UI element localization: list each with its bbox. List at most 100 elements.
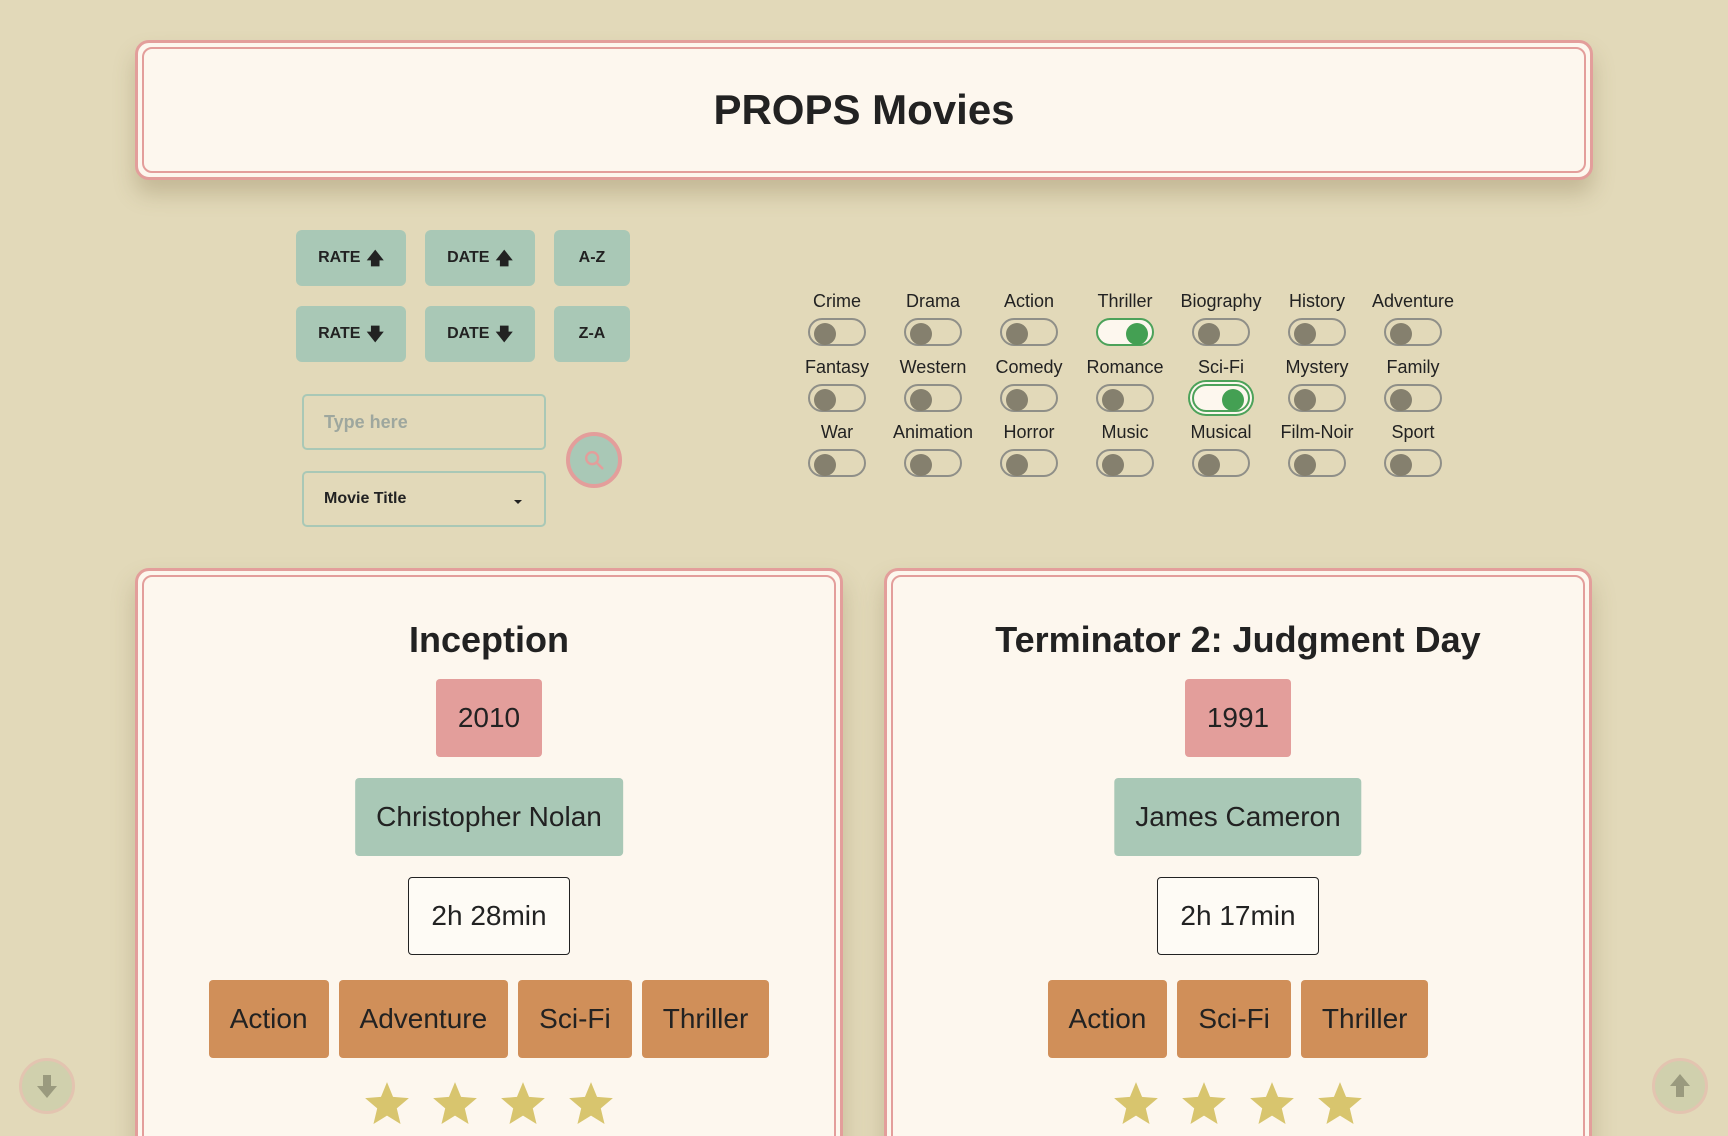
arrow-up-icon: 🡅 bbox=[366, 248, 384, 268]
genre-filter-label: War bbox=[820, 422, 854, 442]
genre-toggle-switch[interactable] bbox=[1096, 384, 1154, 412]
scroll-up-button[interactable] bbox=[1652, 1058, 1708, 1114]
genre-filter-label: Adventure bbox=[1371, 291, 1455, 311]
caret-down-icon bbox=[514, 500, 522, 504]
genre-filter: History bbox=[1267, 290, 1367, 346]
genre-filter: War bbox=[787, 421, 887, 477]
genre-toggle-switch[interactable] bbox=[1096, 449, 1154, 477]
genre-toggle-switch[interactable] bbox=[904, 449, 962, 477]
star-icon bbox=[1182, 1082, 1226, 1124]
movie-runtime: 2h 17min bbox=[1157, 877, 1319, 955]
genre-toggle-switch[interactable] bbox=[808, 384, 866, 412]
genre-toggle-switch[interactable] bbox=[1384, 449, 1442, 477]
movie-genre-chip: Thriller bbox=[641, 980, 770, 1058]
sort-a-z-button[interactable]: A-Z bbox=[554, 230, 630, 286]
genre-filter-label: Fantasy bbox=[804, 357, 870, 377]
movie-title: Inception bbox=[409, 619, 569, 660]
genre-filter: Romance bbox=[1075, 356, 1175, 412]
genre-toggle-switch[interactable] bbox=[1000, 384, 1058, 412]
scroll-down-button[interactable] bbox=[19, 1058, 75, 1114]
genre-toggle-switch[interactable] bbox=[1000, 318, 1058, 346]
genre-toggle-switch[interactable] bbox=[1288, 318, 1346, 346]
genre-toggle-switch[interactable] bbox=[1288, 384, 1346, 412]
movie-genre-chip: Sci-Fi bbox=[1177, 980, 1291, 1058]
page-header: PROPS Movies bbox=[135, 40, 1593, 180]
genre-toggle-switch[interactable] bbox=[1192, 449, 1250, 477]
genre-filter: Western bbox=[883, 356, 983, 412]
genre-filter: Adventure bbox=[1363, 290, 1463, 346]
genre-filter-label: Mystery bbox=[1285, 357, 1349, 377]
arrow-down-icon: 🡇 bbox=[366, 324, 384, 344]
star-icon bbox=[1250, 1082, 1294, 1124]
genre-filter-label: Crime bbox=[813, 291, 861, 311]
star-icon bbox=[1318, 1082, 1362, 1124]
star-icon bbox=[501, 1082, 545, 1124]
search-icon bbox=[585, 451, 604, 470]
sort-rate-label: RATE bbox=[318, 249, 361, 266]
genre-toggle-switch[interactable] bbox=[1288, 449, 1346, 477]
movie-genre-chip: Sci-Fi bbox=[518, 980, 632, 1058]
genre-toggle-switch[interactable] bbox=[808, 318, 866, 346]
sort-z-a-button[interactable]: Z-A bbox=[554, 306, 630, 362]
movie-title: Terminator 2: Judgment Day bbox=[995, 619, 1481, 660]
genre-filter-label: Thriller bbox=[1097, 291, 1153, 311]
star-icon bbox=[433, 1082, 477, 1124]
search-input[interactable] bbox=[302, 394, 546, 450]
sort-date-ascending-button[interactable]: DATE 🡅 bbox=[425, 230, 535, 286]
genre-toggle-switch[interactable] bbox=[1384, 318, 1442, 346]
genre-filter-label: Sci-Fi bbox=[1198, 357, 1244, 377]
sort-date-descending-button[interactable]: DATE 🡇 bbox=[425, 306, 535, 362]
genre-toggle-switch[interactable] bbox=[1000, 449, 1058, 477]
movie-year: 1991 bbox=[1185, 679, 1291, 757]
genre-toggle-switch[interactable] bbox=[904, 318, 962, 346]
toggle-knob bbox=[1294, 454, 1316, 476]
genre-filter-label: Drama bbox=[905, 291, 960, 311]
genre-filter-label: Family bbox=[1386, 357, 1440, 377]
genre-filter: Horror bbox=[979, 421, 1079, 477]
genre-toggle-switch[interactable] bbox=[904, 384, 962, 412]
toggle-knob bbox=[1102, 454, 1124, 476]
toggle-knob bbox=[1102, 389, 1124, 411]
toggle-knob bbox=[910, 454, 932, 476]
genre-filter: Crime bbox=[787, 290, 887, 346]
genre-filter: Sport bbox=[1363, 421, 1463, 477]
search-by-select[interactable]: Movie Title bbox=[302, 471, 546, 527]
toggle-knob bbox=[814, 323, 836, 345]
genre-filter: Music bbox=[1075, 421, 1175, 477]
movie-genres: Action Sci-Fi Thriller bbox=[887, 980, 1589, 1058]
genre-toggle-switch[interactable] bbox=[1096, 318, 1154, 346]
movie-card[interactable]: Inception 2010 Christopher Nolan 2h 28mi… bbox=[135, 568, 843, 1136]
movie-rating bbox=[887, 1079, 1589, 1129]
sort-rate-descending-button[interactable]: RATE 🡇 bbox=[296, 306, 406, 362]
toggle-knob bbox=[1006, 454, 1028, 476]
scroll-up-icon bbox=[1670, 1074, 1690, 1097]
movie-director: Christopher Nolan bbox=[355, 778, 623, 856]
search-button[interactable] bbox=[566, 432, 622, 488]
genre-filter: Sci-Fi bbox=[1171, 356, 1271, 412]
star-icon bbox=[569, 1082, 613, 1124]
movie-card[interactable]: Terminator 2: Judgment Day 1991 James Ca… bbox=[884, 568, 1592, 1136]
genre-filter: Thriller bbox=[1075, 290, 1175, 346]
genre-toggle-switch[interactable] bbox=[1192, 318, 1250, 346]
star-icon bbox=[1114, 1082, 1158, 1124]
toggle-knob bbox=[1006, 389, 1028, 411]
movie-genre-chip: Thriller bbox=[1300, 980, 1429, 1058]
genre-filter-label: Action bbox=[1003, 291, 1055, 311]
search-by-selected-label: Movie Title bbox=[324, 490, 407, 507]
genre-toggle-switch[interactable] bbox=[1384, 384, 1442, 412]
sort-a-z-label: A-Z bbox=[578, 249, 606, 266]
movie-director: James Cameron bbox=[1114, 778, 1362, 856]
sort-rate-ascending-button[interactable]: RATE 🡅 bbox=[296, 230, 406, 286]
star-icon bbox=[365, 1082, 409, 1124]
genre-filter-label: Horror bbox=[1003, 422, 1055, 442]
genre-toggle-switch[interactable] bbox=[808, 449, 866, 477]
movie-rating bbox=[138, 1079, 840, 1129]
genre-filter: Family bbox=[1363, 356, 1463, 412]
genre-toggle-switch[interactable] bbox=[1192, 384, 1250, 412]
genre-filter-label: Film-Noir bbox=[1280, 422, 1354, 442]
genre-filter: Drama bbox=[883, 290, 983, 346]
genre-filter-label: Sport bbox=[1391, 422, 1435, 442]
movie-year: 2010 bbox=[436, 679, 542, 757]
toggle-knob bbox=[910, 389, 932, 411]
toggle-knob bbox=[1390, 323, 1412, 345]
